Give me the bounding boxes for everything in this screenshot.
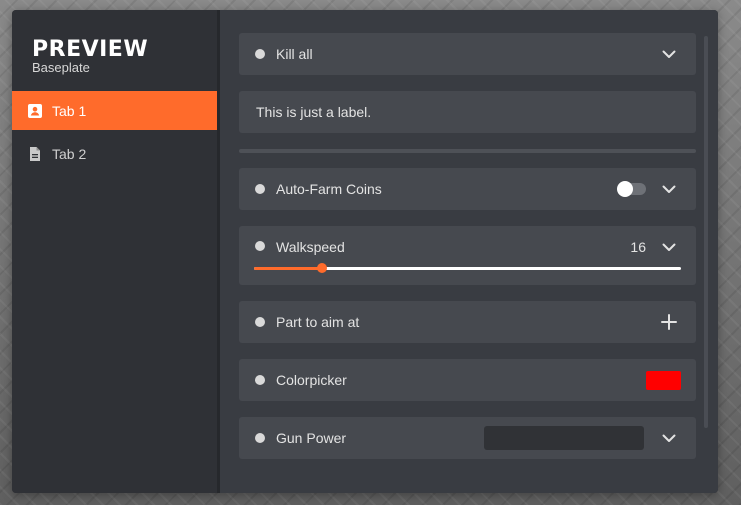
toggle-knob <box>617 181 633 197</box>
bullet-icon <box>255 184 265 194</box>
bullet-icon <box>255 317 265 327</box>
tab-1[interactable]: Tab 1 <box>12 91 217 130</box>
gun-power-row[interactable]: Gun Power <box>239 417 696 459</box>
gun-power-input[interactable] <box>484 426 644 450</box>
chevron-down-icon[interactable] <box>662 182 676 196</box>
walkspeed-slider-row[interactable]: Walkspeed 16 <box>239 226 696 285</box>
auto-farm-label: Auto-Farm Coins <box>276 181 382 197</box>
plus-icon[interactable] <box>660 313 678 331</box>
aim-part-label: Part to aim at <box>276 314 360 330</box>
chevron-down-icon[interactable] <box>662 240 676 254</box>
gun-power-label: Gun Power <box>276 430 347 446</box>
info-label-text: This is just a label. <box>256 104 372 120</box>
document-icon <box>27 146 43 162</box>
app-window: PREVIEW Baseplate Tab 1 Tab 2 Kill all T… <box>12 10 718 493</box>
tab-1-label: Tab 1 <box>52 102 87 119</box>
walkspeed-slider[interactable] <box>254 263 681 273</box>
walkspeed-label: Walkspeed <box>276 239 345 255</box>
colorpicker-row[interactable]: Colorpicker <box>239 359 696 401</box>
kill-all-dropdown[interactable]: Kill all <box>239 33 696 75</box>
scrollbar[interactable] <box>704 36 708 428</box>
tab-2-label: Tab 2 <box>52 145 87 162</box>
sidebar: PREVIEW Baseplate Tab 1 Tab 2 <box>12 10 217 493</box>
section-separator <box>239 149 696 153</box>
info-label: This is just a label. <box>239 91 696 133</box>
tab-2[interactable]: Tab 2 <box>12 134 217 173</box>
contact-icon <box>27 103 43 119</box>
chevron-down-icon[interactable] <box>662 47 676 61</box>
app-title: PREVIEW <box>32 37 149 62</box>
walkspeed-value: 16 <box>630 239 646 255</box>
colorpicker-label: Colorpicker <box>276 372 347 388</box>
slider-fill <box>254 267 323 270</box>
bullet-icon <box>255 433 265 443</box>
aim-part-row[interactable]: Part to aim at <box>239 301 696 343</box>
kill-all-label: Kill all <box>276 46 313 62</box>
auto-farm-toggle-row[interactable]: Auto-Farm Coins <box>239 168 696 210</box>
bullet-icon <box>255 49 265 59</box>
auto-farm-toggle[interactable] <box>617 181 646 197</box>
bullet-icon <box>255 241 265 251</box>
chevron-down-icon[interactable] <box>662 431 676 445</box>
app-subtitle: Baseplate <box>32 60 90 75</box>
color-swatch[interactable] <box>646 370 681 390</box>
slider-thumb[interactable] <box>317 263 328 273</box>
bullet-icon <box>255 375 265 385</box>
